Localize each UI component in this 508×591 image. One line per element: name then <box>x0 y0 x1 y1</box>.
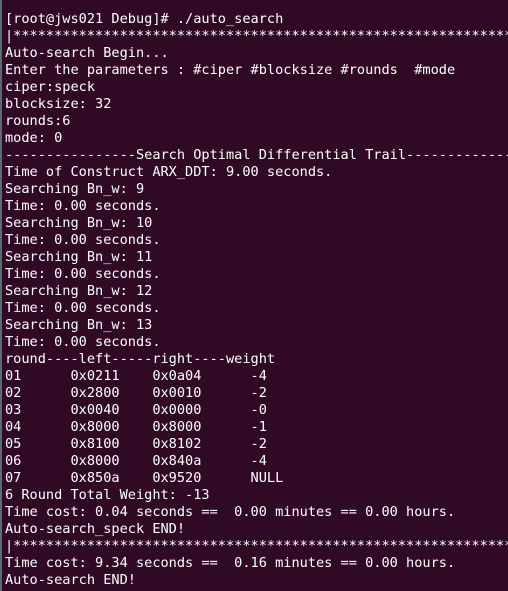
terminal-line: Time: 0.00 seconds. <box>5 266 161 282</box>
terminal-line-prompt: [root@jws021 Debug]# ./auto_search <box>5 11 284 27</box>
trail-table-row: 06 0x8000 0x840a -4 <box>5 453 267 469</box>
terminal-line: Searching Bn_w: 9 <box>5 181 145 197</box>
terminal-line: Time: 0.00 seconds. <box>5 232 161 248</box>
terminal-line: Auto-search END! <box>5 572 136 588</box>
terminal-line: Time: 0.00 seconds. <box>5 300 161 316</box>
terminal-line: Time cost: 0.04 seconds == 0.00 minutes … <box>5 504 456 520</box>
terminal-line: Time cost: 9.34 seconds == 0.16 minutes … <box>5 555 456 571</box>
terminal-line: rounds:6 <box>5 113 71 129</box>
terminal-line: Searching Bn_w: 10 <box>5 215 153 231</box>
trail-table-row: 03 0x0040 0x0000 -0 <box>5 402 267 418</box>
trail-table-row: 04 0x8000 0x8000 -1 <box>5 419 267 435</box>
terminal-line: Time: 0.00 seconds. <box>5 198 161 214</box>
terminal-line: Searching Bn_w: 13 <box>5 317 153 333</box>
terminal-line: Searching Bn_w: 11 <box>5 249 153 265</box>
terminal-line: Searching Bn_w: 12 <box>5 283 153 299</box>
terminal-line-separator: |***************************************… <box>5 538 508 554</box>
terminal-line: mode: 0 <box>5 130 63 146</box>
terminal-line: Enter the parameters : #ciper #blocksize… <box>5 62 456 78</box>
terminal-window[interactable]: [root@jws021 Debug]# ./auto_search |****… <box>0 0 508 591</box>
trail-table-row: 01 0x0211 0x0a04 -4 <box>5 368 267 384</box>
trail-table-row: 05 0x8100 0x8102 -2 <box>5 436 267 452</box>
trail-table-row: 07 0x850a 0x9520 NULL <box>5 470 284 486</box>
terminal-line: 6 Round Total Weight: -13 <box>5 487 210 503</box>
terminal-output: [root@jws021 Debug]# ./auto_search |****… <box>5 11 508 589</box>
terminal-line-separator: |***************************************… <box>5 28 508 44</box>
terminal-line: Time: 0.00 seconds. <box>5 334 161 350</box>
terminal-line: Time of Construct ARX_DDT: 9.00 seconds. <box>5 164 333 180</box>
trail-table-row: 02 0x2800 0x0010 -2 <box>5 385 267 401</box>
terminal-line: Auto-search_speck END! <box>5 521 186 537</box>
terminal-line: Auto-search Begin... <box>5 45 169 61</box>
terminal-line: blocksize: 32 <box>5 96 112 112</box>
trail-table-header: round----left-----right----weight <box>5 351 276 367</box>
terminal-line: ciper:speck <box>5 79 96 95</box>
terminal-line-section-header: ----------------Search Optimal Different… <box>5 147 508 163</box>
